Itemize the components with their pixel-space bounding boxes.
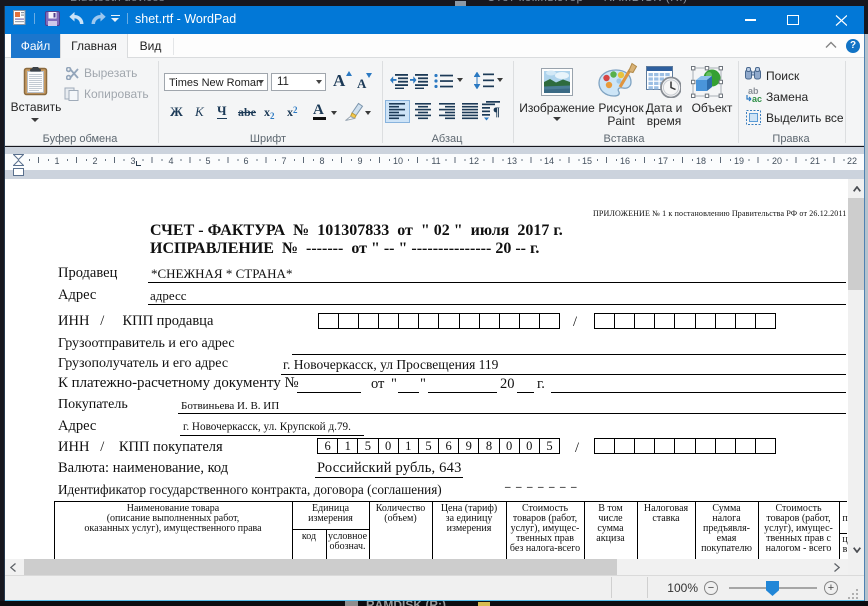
svg-text:ac: ac [752, 94, 762, 103]
svg-text:¶: ¶ [493, 104, 500, 119]
